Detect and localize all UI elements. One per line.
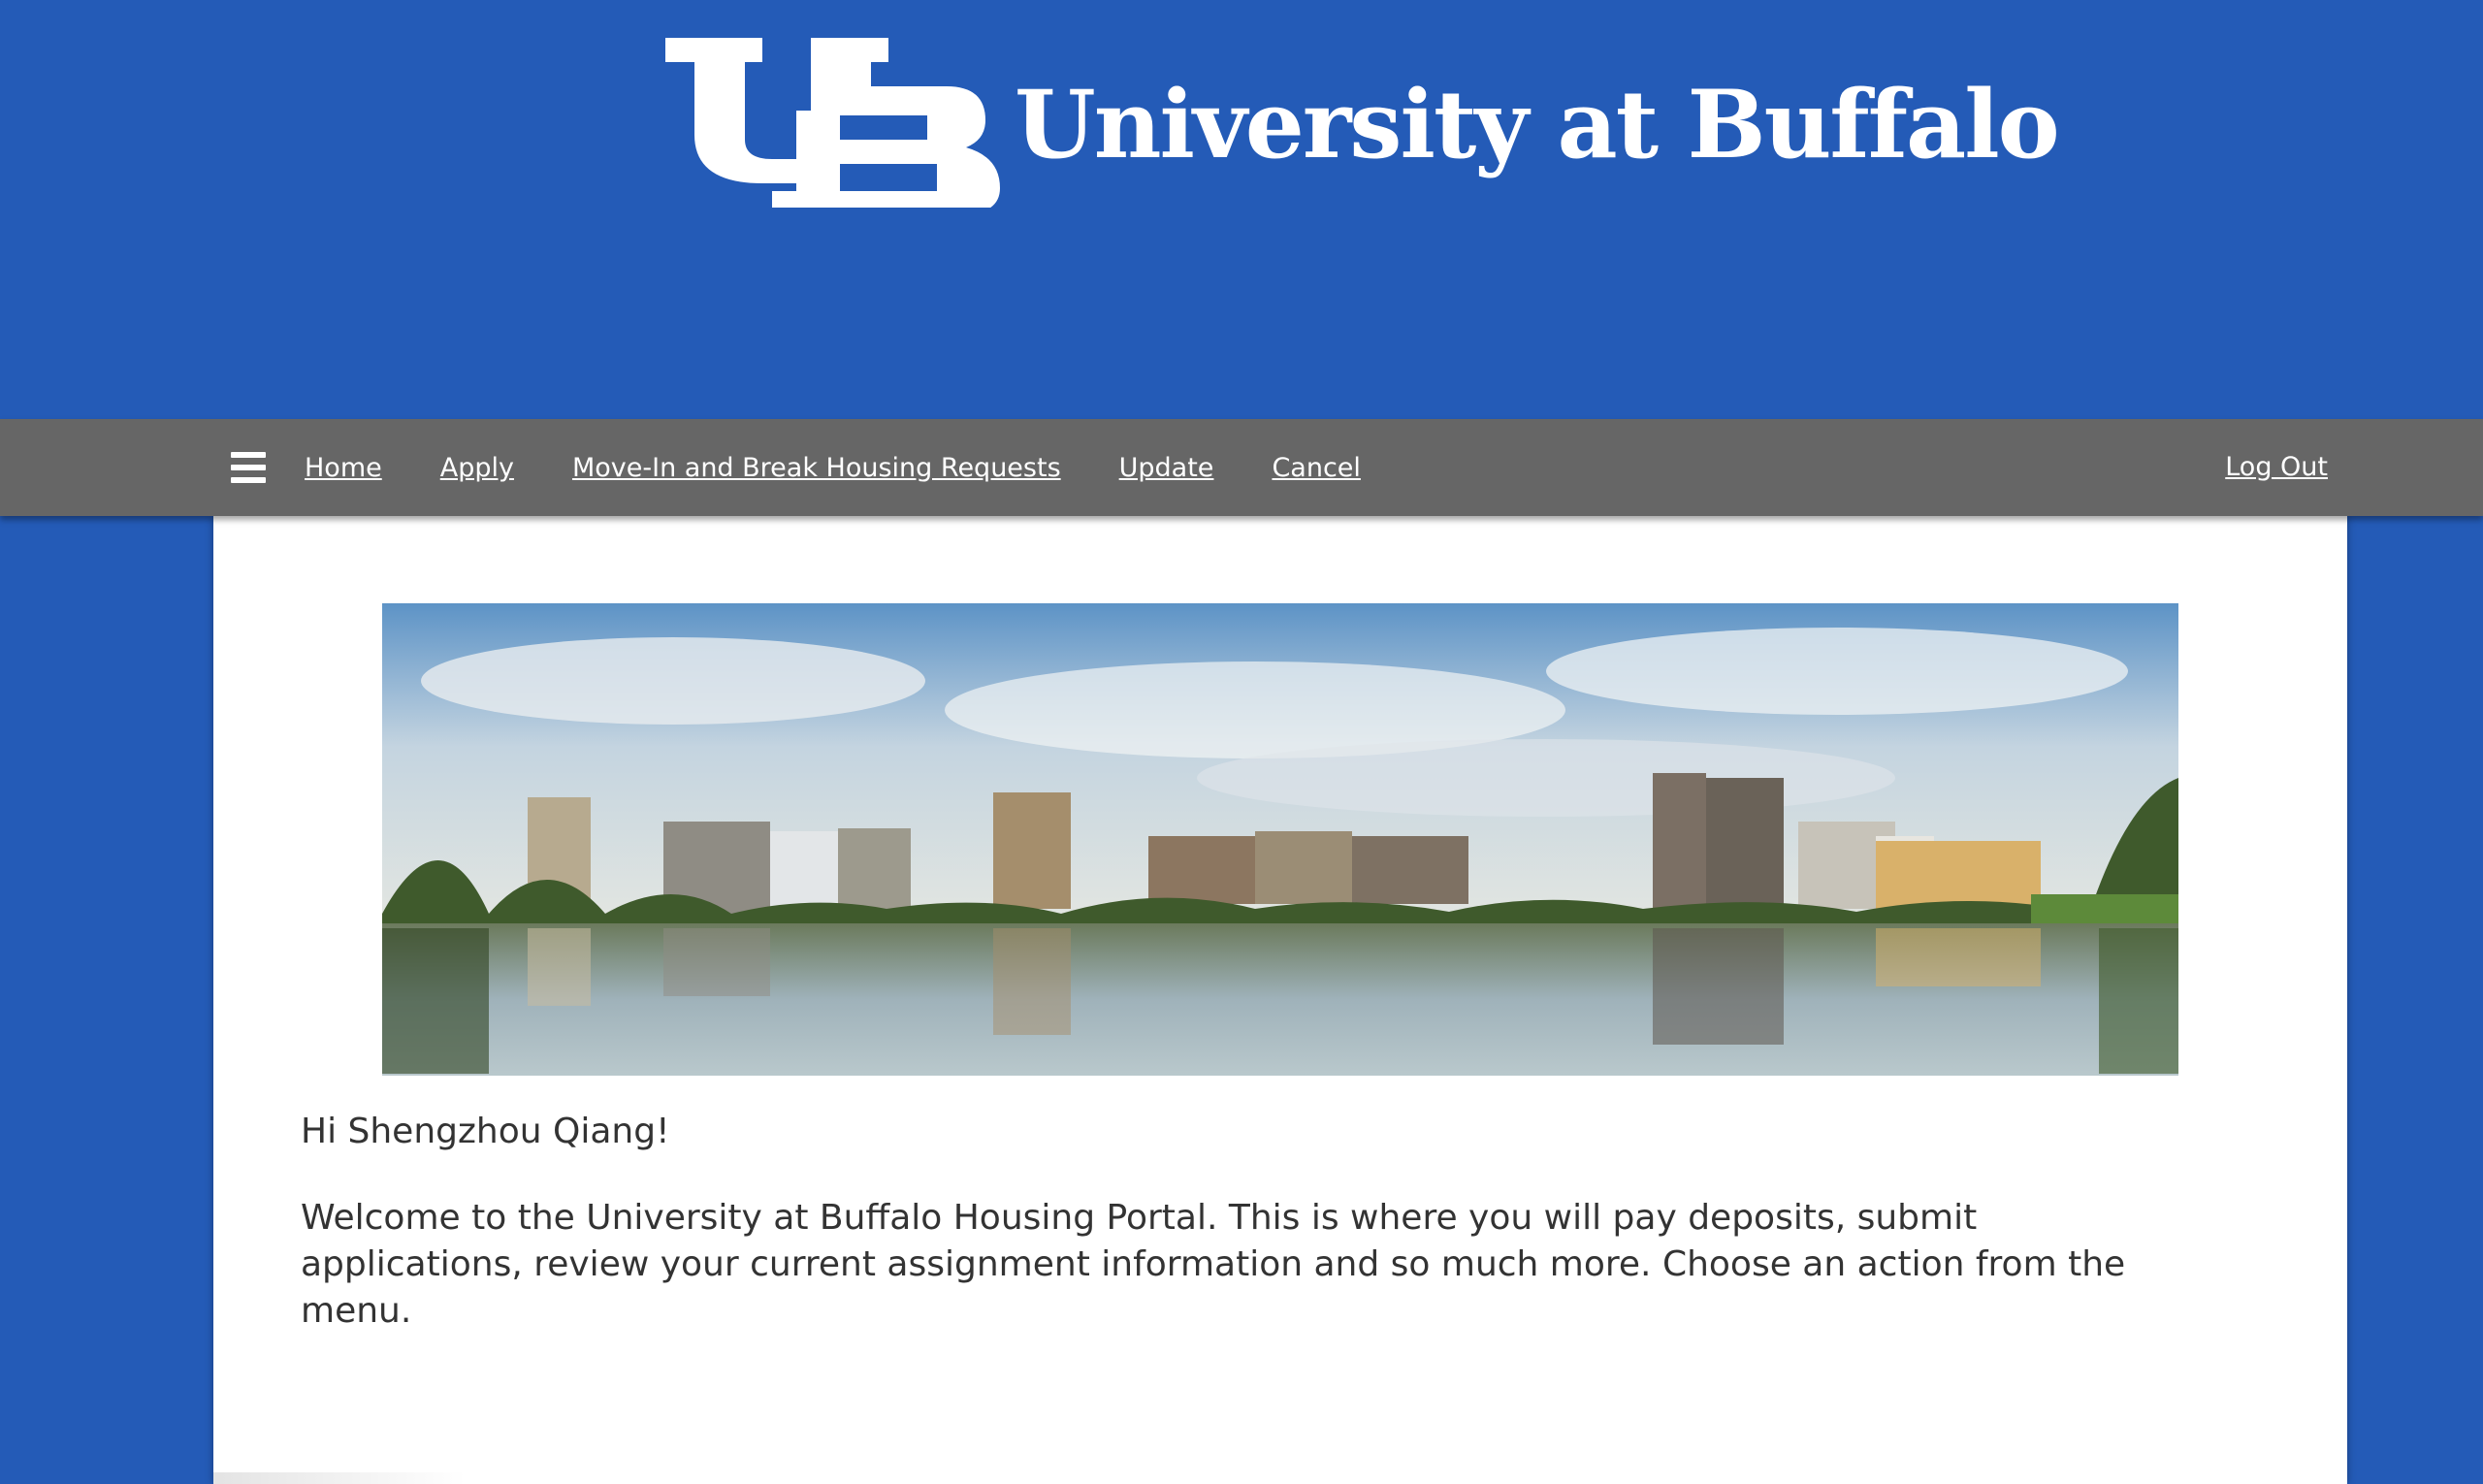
logo-wordmark: University at Buffalo	[1015, 70, 2060, 179]
nav-links: Home Apply Move-In and Break Housing Req…	[305, 419, 1419, 516]
welcome-message: Welcome to the University at Buffalo Hou…	[301, 1198, 2126, 1331]
nav-link-apply[interactable]: Apply	[440, 453, 514, 483]
logout-link[interactable]: Log Out	[2225, 419, 2328, 516]
hamburger-menu-icon[interactable]	[231, 452, 266, 483]
nav-link-move-in-break-housing[interactable]: Move-In and Break Housing Requests	[572, 453, 1061, 483]
ub-monogram-icon	[665, 38, 1000, 208]
nav-link-home[interactable]: Home	[305, 453, 382, 483]
main-content: Hi Shengzhou Qiang! Welcome to the Unive…	[213, 516, 2347, 1484]
nav-link-cancel[interactable]: Cancel	[1272, 453, 1360, 483]
campus-banner-image	[382, 603, 2178, 1076]
university-logo[interactable]: University at Buffalo	[665, 33, 2060, 208]
main-navbar: Home Apply Move-In and Break Housing Req…	[0, 419, 2483, 516]
site-header: University at Buffalo	[0, 0, 2483, 419]
greeting-text: Hi Shengzhou Qiang!	[301, 1112, 670, 1151]
bottom-edge-shadow	[213, 1472, 466, 1484]
nav-link-update[interactable]: Update	[1119, 453, 1214, 483]
